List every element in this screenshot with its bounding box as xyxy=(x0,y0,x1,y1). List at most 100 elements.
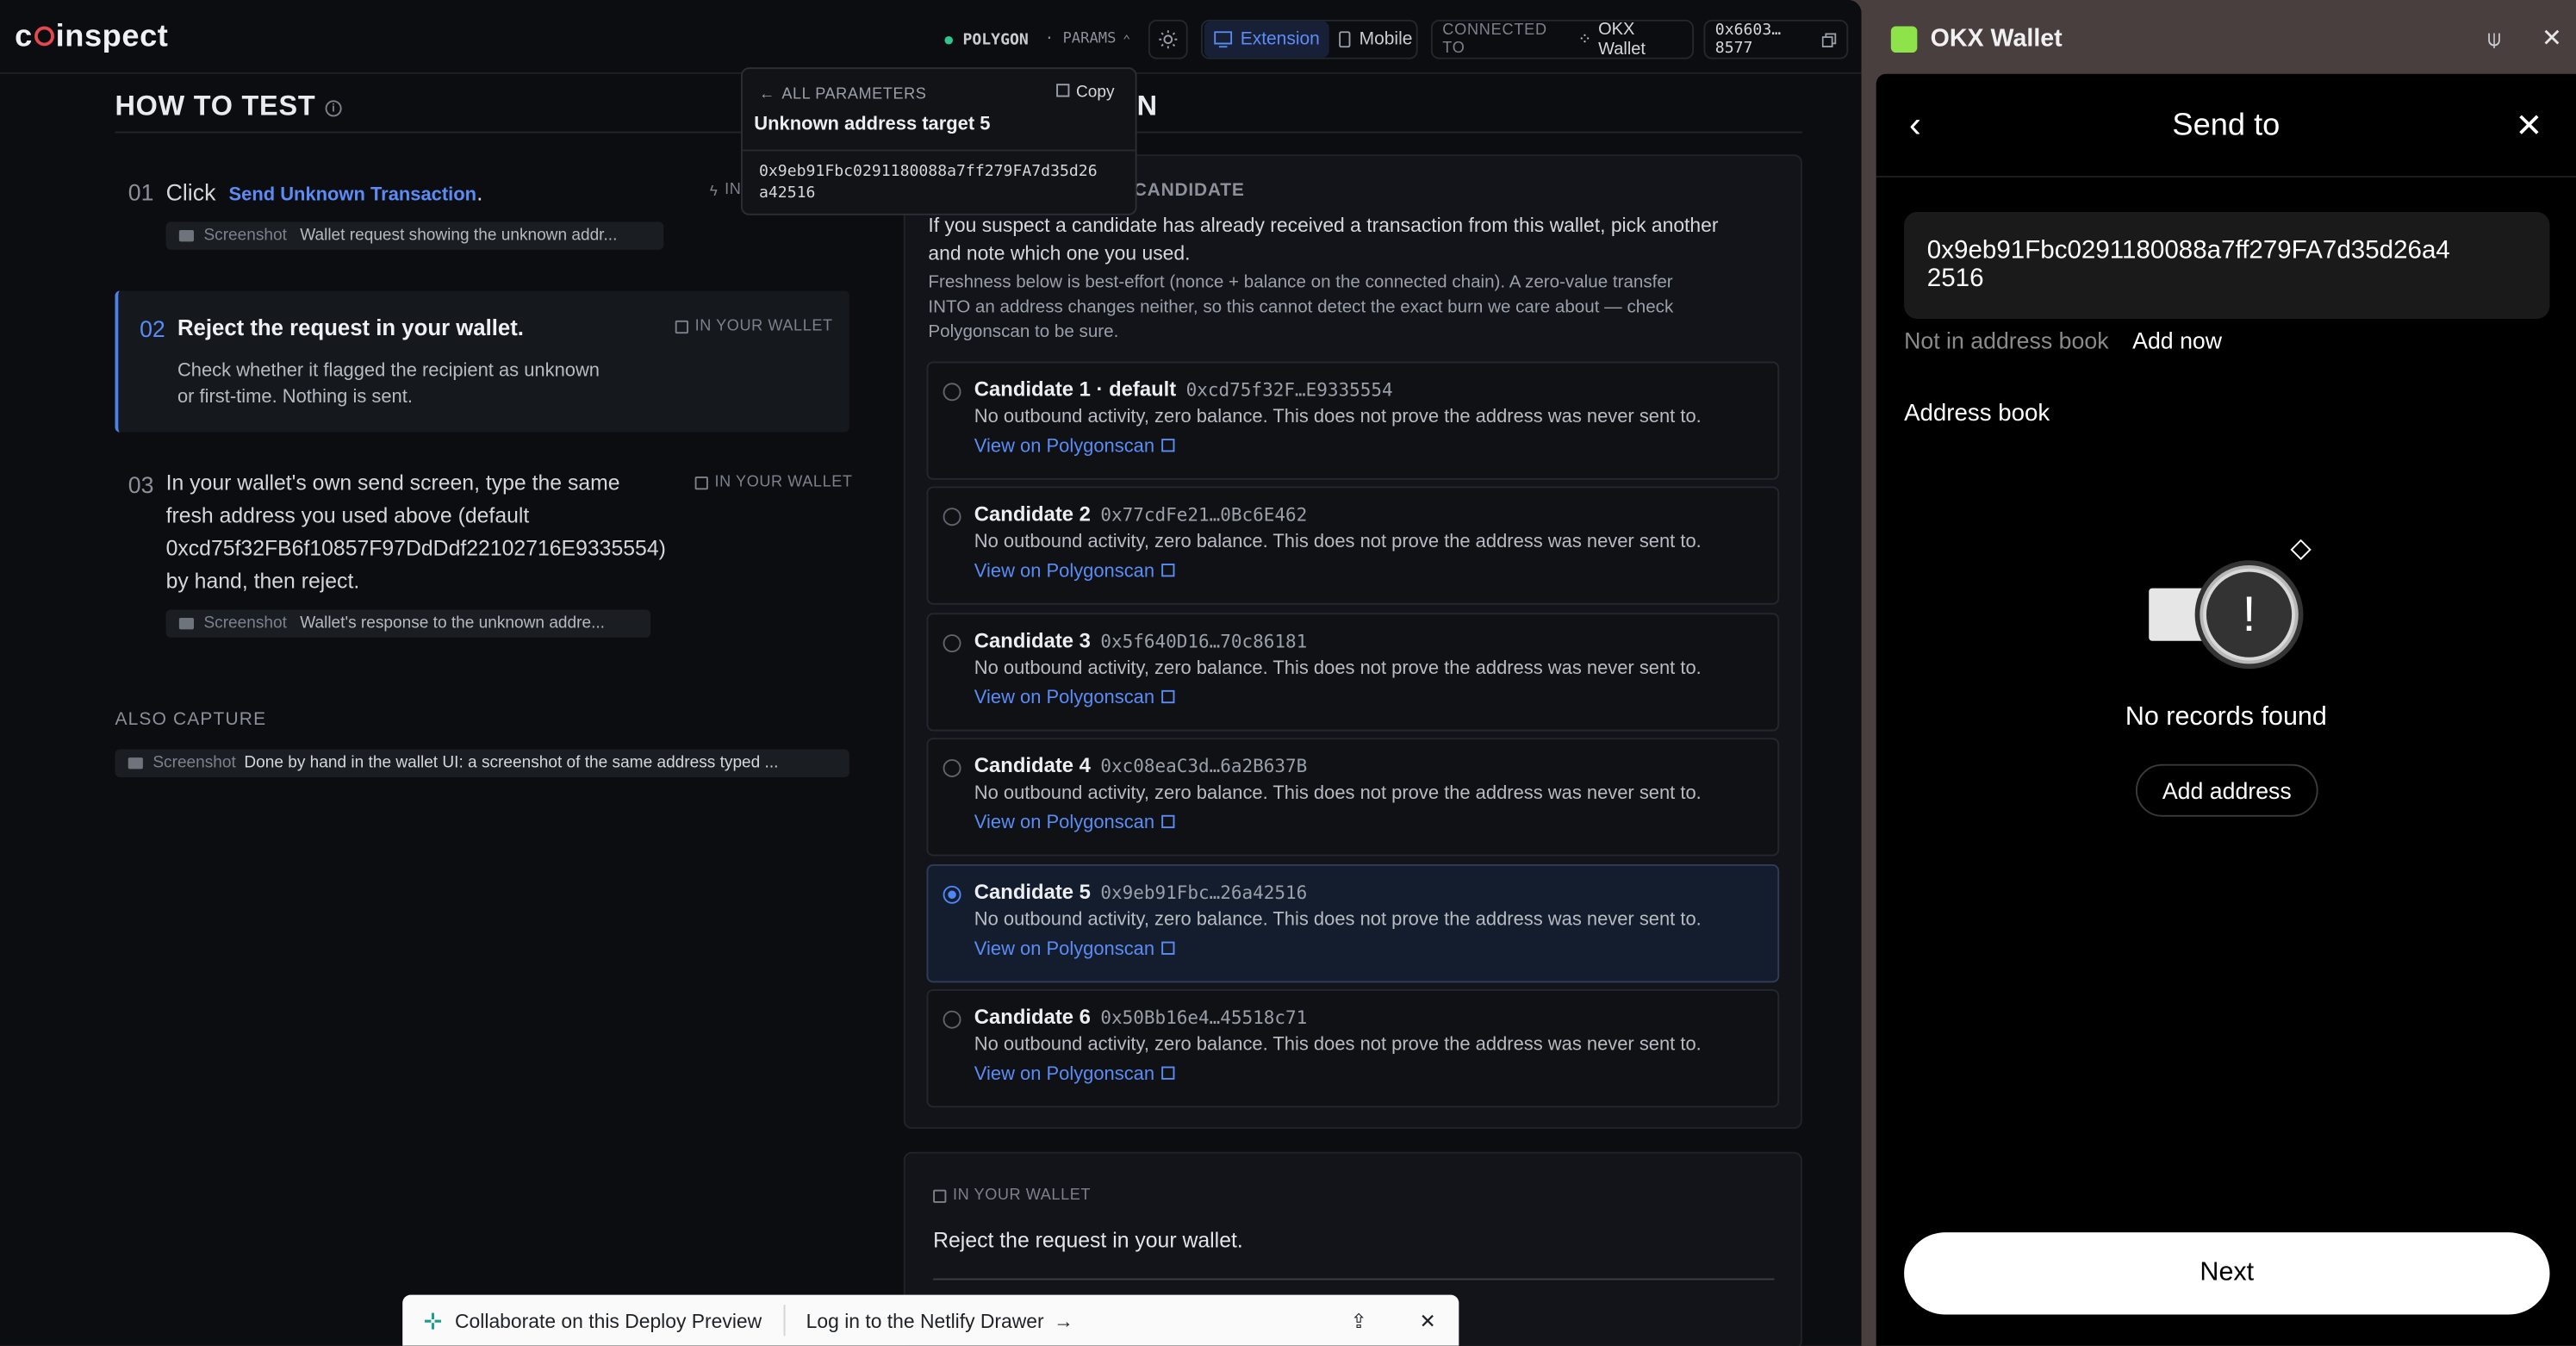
send-unknown-transaction-link[interactable]: Send Unknown Transaction xyxy=(229,185,477,205)
external-link-icon xyxy=(1160,1066,1174,1080)
popover-value[interactable]: 0x9eb91Fbc0291180088a7ff279FA7d35d26 a425… xyxy=(759,161,1098,204)
candidate-name: Candidate 3 0x5f640D16…70c86181 xyxy=(974,629,1308,653)
external-link-icon xyxy=(1160,814,1174,829)
fresh-line: Polygonscan to be sure. xyxy=(928,321,1119,342)
close-icon[interactable]: ✕ xyxy=(1420,1309,1436,1332)
connection-status[interactable]: CONNECTED TO ⁘ OKX Wallet xyxy=(1430,19,1695,59)
candidate-option[interactable]: Candidate 6 0x50Bb16e4…45518c71 No outboun… xyxy=(926,988,1780,1108)
netlify-drawer-bar: ⊹ Collaborate on this Deploy Preview Log… xyxy=(402,1294,1459,1346)
address-book-heading: Address book xyxy=(1904,401,2050,427)
network-badge[interactable]: POLYGON xyxy=(944,20,1029,59)
radio-button[interactable] xyxy=(943,634,961,653)
camera-icon xyxy=(178,617,195,630)
candidate-address: 0xcd75f32F…E9335554 xyxy=(1185,379,1393,402)
collaborate-text[interactable]: Collaborate on this Deploy Preview xyxy=(455,1309,762,1332)
candidate-option[interactable]: Candidate 5 0x9eb91Fbc…26a42516 No outboun… xyxy=(926,864,1780,983)
account-button[interactable]: 0x6603…8577 xyxy=(1703,19,1849,59)
fresh-line: Freshness below is best-effort (nonce + … xyxy=(928,272,1673,293)
candidate-heading: CANDIDATE xyxy=(1133,180,1245,201)
polygonscan-link[interactable]: View on Polygonscan xyxy=(974,1065,1174,1085)
candidate-name: Candidate 2 0x77cdFe21…0Bc6E462 xyxy=(974,502,1308,527)
copy-icon xyxy=(1822,32,1837,47)
candidate-option[interactable]: Candidate 4 0xc08eaC3d…6a2B637B No outboun… xyxy=(926,738,1780,857)
radio-button[interactable] xyxy=(943,758,961,777)
candidate-address: 0x9eb91Fbc…26a42516 xyxy=(1100,882,1308,904)
theme-toggle-button[interactable] xyxy=(1148,19,1188,59)
screenshot-label: Screenshot xyxy=(203,227,287,246)
step-2-wallet-tag: IN YOUR WALLET xyxy=(675,317,833,335)
step-2-title: Reject the request in your wallet. xyxy=(177,315,524,340)
candidate-address: 0xc08eaC3d…6a2B637B xyxy=(1100,756,1308,777)
address-input[interactable]: 0x9eb91Fbc0291180088a7ff279FA7d35d26a4 25… xyxy=(1904,211,2550,319)
info-icon[interactable]: i xyxy=(325,99,342,116)
netlify-login-link[interactable]: Log in to the Netlify Drawer xyxy=(806,1309,1044,1332)
candidate-name: Candidate 6 0x50Bb16e4…45518c71 xyxy=(974,1006,1308,1029)
polygonscan-link[interactable]: View on Polygonscan xyxy=(974,689,1174,708)
screenshot-chip[interactable]: Screenshot Wallet's response to the unkno… xyxy=(165,609,651,638)
polygonscan-link[interactable]: View on Polygonscan xyxy=(974,813,1174,833)
step-2-line1: Check whether it flagged the recipient a… xyxy=(177,361,600,382)
netlify-icon: ⊹ xyxy=(423,1306,442,1332)
calendar-icon xyxy=(694,476,708,489)
coinspect-app: c inspect POLYGON · PARAMS ⌃ Extension Mob… xyxy=(0,0,1862,1346)
screenshot-chip[interactable]: Screenshot Done by hand in the wallet UI:… xyxy=(115,749,849,777)
freshness-note: Freshness below is best-effort (nonce + … xyxy=(928,271,1673,346)
parameters-popover: ← ALL PARAMETERS Copy Unknown address tar… xyxy=(741,67,1137,215)
right-heading: N xyxy=(1136,90,1157,122)
lightning-icon: ϟ xyxy=(709,181,719,198)
screenshot-chip[interactable]: Screenshot Wallet request showing the unk… xyxy=(165,221,664,250)
add-now-link[interactable]: Add now xyxy=(2132,327,2222,353)
next-button[interactable]: Next xyxy=(1904,1232,2550,1315)
candidate-option[interactable]: Candidate 3 0x5f640D16…70c86181 No outboun… xyxy=(926,613,1780,732)
radio-button[interactable] xyxy=(943,885,961,904)
radio-button[interactable] xyxy=(943,1010,961,1029)
external-link-icon xyxy=(1160,689,1174,704)
camera-icon xyxy=(128,757,143,770)
calendar-icon xyxy=(933,1188,947,1202)
close-window-icon[interactable]: ✕ xyxy=(2542,23,2562,53)
params-toggle[interactable]: · PARAMS ⌃ xyxy=(1045,20,1131,59)
step-3-line: by hand, then reject. xyxy=(165,568,360,594)
not-in-address-book: Not in address book xyxy=(1904,327,2109,353)
candidate-name: Candidate 5 0x9eb91Fbc…26a42516 xyxy=(974,881,1308,904)
share-icon[interactable]: ⇪ xyxy=(1350,1309,1366,1332)
status-dot xyxy=(944,34,954,44)
candidate-address: 0x5f640D16…70c86181 xyxy=(1100,631,1308,653)
step-1-wallet-tag: ϟ IN xyxy=(709,180,742,199)
candidate-description: No outbound activity, zero balance. This… xyxy=(974,407,1702,427)
reject-text: Reject the request in your wallet. xyxy=(933,1227,1243,1253)
phone-icon xyxy=(1339,31,1352,48)
chevron-up-icon: ⌃ xyxy=(1123,32,1131,47)
step-number: 03 xyxy=(128,471,154,498)
polygonscan-link[interactable]: View on Polygonscan xyxy=(974,562,1174,582)
radio-button[interactable] xyxy=(943,383,961,402)
step-1-suffix: . xyxy=(476,178,483,206)
copy-button[interactable]: Copy xyxy=(1056,84,1115,102)
candidate-option[interactable]: Candidate 1 · default 0xcd75f32F…E9335554… xyxy=(926,361,1780,480)
polygonscan-link[interactable]: View on Polygonscan xyxy=(974,940,1174,960)
candidate-description: No outbound activity, zero balance. This… xyxy=(974,910,1702,931)
all-parameters-back[interactable]: ← ALL PARAMETERS xyxy=(759,85,926,103)
top-bar: c inspect POLYGON · PARAMS ⌃ Extension Mob… xyxy=(0,0,1862,74)
close-icon[interactable]: ✕ xyxy=(2515,105,2542,146)
candidate-option[interactable]: Candidate 2 0x77cdFe21…0Bc6E462 No outboun… xyxy=(926,486,1780,605)
screenshot-label: Screenshot xyxy=(152,754,236,773)
okx-send-panel: ‹ Send to ✕ 0x9eb91Fbc0291180088a7ff279F… xyxy=(1876,73,2576,1346)
candidate-name: Candidate 4 0xc08eaC3d…6a2B637B xyxy=(974,754,1308,777)
step-2-card[interactable]: 02 Reject the request in your wallet. IN… xyxy=(115,290,849,433)
polygonscan-link[interactable]: View on Polygonscan xyxy=(974,437,1174,457)
extension-tab[interactable]: Extension xyxy=(1204,21,1330,58)
divider xyxy=(1876,176,2576,178)
candidate-description: No outbound activity, zero balance. This… xyxy=(974,658,1702,679)
pin-icon[interactable]: ⍦ xyxy=(2487,25,2501,53)
camera-icon xyxy=(178,229,195,242)
fresh-line: INTO an address changes neither, so this… xyxy=(928,297,1674,318)
add-address-button[interactable]: Add address xyxy=(2135,763,2318,817)
step-number: 02 xyxy=(140,315,165,342)
mobile-tab[interactable]: Mobile xyxy=(1329,22,1422,58)
radio-button[interactable] xyxy=(943,508,961,527)
coinspect-logo[interactable]: c inspect xyxy=(15,20,168,56)
external-link-icon xyxy=(1160,564,1174,577)
also-capture-heading: ALSO CAPTURE xyxy=(115,709,267,730)
intro-line: and note which one you used. xyxy=(928,240,1191,265)
